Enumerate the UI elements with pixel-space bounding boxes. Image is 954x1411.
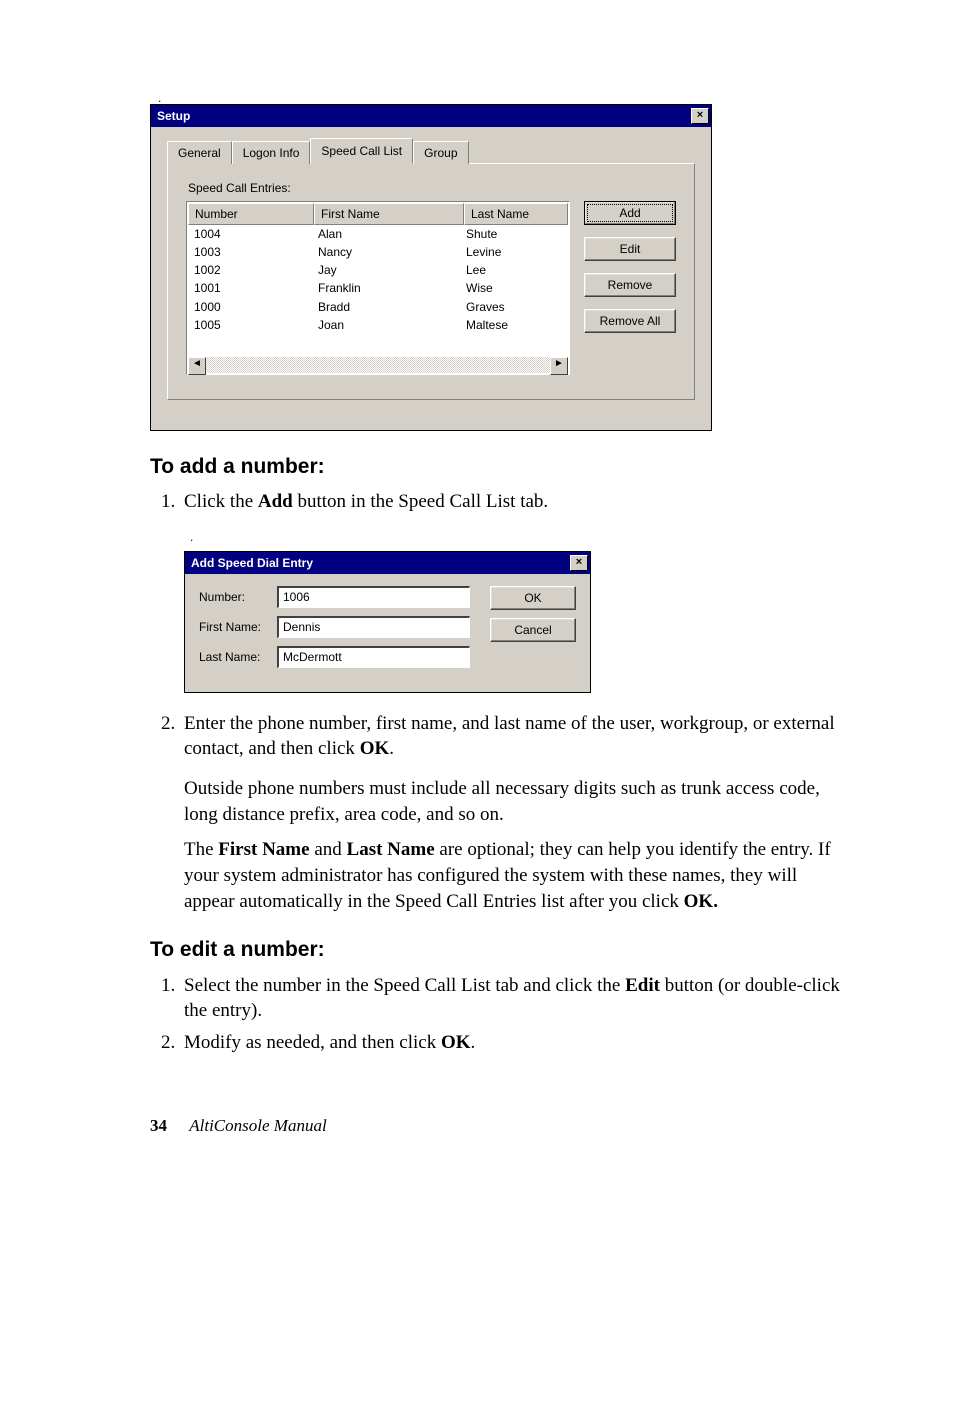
dialog-title: Add Speed Dial Entry [191, 555, 313, 571]
cell-last-name: Wise [460, 279, 568, 297]
close-icon[interactable]: × [570, 555, 588, 571]
first-name-label: First Name: [199, 619, 277, 635]
titlebar: Add Speed Dial Entry × [185, 552, 590, 574]
dialog-body: Number: First Name: Last Name: OK Cancel [185, 574, 590, 692]
ok-button[interactable]: OK [490, 586, 576, 610]
heading-add: To add a number: [150, 453, 844, 481]
cell-last-name: Lee [460, 261, 568, 279]
scroll-track[interactable] [206, 357, 550, 373]
step-2-add: Enter the phone number, first name, and … [180, 711, 844, 762]
tabstrip: General Logon Info Speed Call List Group [167, 139, 695, 163]
decorative-dot: . [190, 529, 844, 545]
cell-number: 1003 [188, 243, 312, 261]
speed-call-entries-label: Speed Call Entries: [188, 180, 676, 196]
entries-listbox[interactable]: Number First Name Last Name 1004AlanShut… [186, 201, 570, 375]
cell-number: 1000 [188, 298, 312, 316]
table-row[interactable]: 1000BraddGraves [188, 298, 568, 316]
cell-number: 1001 [188, 279, 312, 297]
page-number: 34 [150, 1116, 167, 1135]
add-button[interactable]: Add [584, 201, 676, 225]
remove-all-button[interactable]: Remove All [584, 309, 676, 333]
table-row[interactable]: 1004AlanShute [188, 225, 568, 243]
dialog-body: General Logon Info Speed Call List Group… [151, 127, 711, 429]
number-field[interactable] [277, 586, 470, 608]
column-header-number[interactable]: Number [188, 203, 314, 225]
column-header-first-name[interactable]: First Name [314, 203, 464, 225]
manual-name: AltiConsole Manual [189, 1116, 326, 1135]
scroll-right-icon[interactable]: ► [550, 357, 568, 375]
cell-number: 1002 [188, 261, 312, 279]
cell-last-name: Maltese [460, 316, 568, 334]
edit-button[interactable]: Edit [584, 237, 676, 261]
cell-first-name: Joan [312, 316, 460, 334]
setup-dialog: Setup × General Logon Info Speed Call Li… [150, 104, 712, 430]
cell-first-name: Jay [312, 261, 460, 279]
cell-number: 1004 [188, 225, 312, 243]
step-1-add: Click the Add button in the Speed Call L… [180, 489, 844, 515]
close-icon[interactable]: × [691, 108, 709, 124]
cell-first-name: Nancy [312, 243, 460, 261]
cell-last-name: Graves [460, 298, 568, 316]
tab-logon-info[interactable]: Logon Info [232, 141, 311, 164]
last-name-field[interactable] [277, 646, 470, 668]
column-header-last-name[interactable]: Last Name [464, 203, 568, 225]
page-footer: 34 AltiConsole Manual [150, 1115, 844, 1138]
table-row[interactable]: 1003NancyLevine [188, 243, 568, 261]
heading-edit: To edit a number: [150, 936, 844, 964]
last-name-label: Last Name: [199, 649, 277, 665]
table-row[interactable]: 1005JoanMaltese [188, 316, 568, 334]
table-row[interactable]: 1001FranklinWise [188, 279, 568, 297]
cell-first-name: Alan [312, 225, 460, 243]
tab-group[interactable]: Group [413, 141, 468, 164]
titlebar: Setup × [151, 105, 711, 127]
tab-speed-call-list[interactable]: Speed Call List [310, 138, 413, 164]
cancel-button[interactable]: Cancel [490, 618, 576, 642]
note-outside-numbers: Outside phone numbers must include all n… [184, 776, 844, 827]
add-speed-dial-dialog: Add Speed Dial Entry × Number: First Nam… [184, 551, 591, 693]
horizontal-scrollbar[interactable]: ◄ ► [188, 357, 568, 373]
note-name-optional: The First Name and Last Name are optiona… [184, 837, 844, 914]
step-2-edit: Modify as needed, and then click OK. [180, 1030, 844, 1056]
step-1-edit: Select the number in the Speed Call List… [180, 973, 844, 1024]
remove-button[interactable]: Remove [584, 273, 676, 297]
cell-number: 1005 [188, 316, 312, 334]
cell-first-name: Franklin [312, 279, 460, 297]
cell-last-name: Levine [460, 243, 568, 261]
scroll-left-icon[interactable]: ◄ [188, 357, 206, 375]
table-row[interactable]: 1002JayLee [188, 261, 568, 279]
tab-general[interactable]: General [167, 141, 232, 164]
dialog-title: Setup [157, 108, 190, 124]
number-label: Number: [199, 589, 277, 605]
first-name-field[interactable] [277, 616, 470, 638]
cell-last-name: Shute [460, 225, 568, 243]
cell-first-name: Bradd [312, 298, 460, 316]
tab-panel: Speed Call Entries: Number First Name La… [167, 163, 695, 399]
